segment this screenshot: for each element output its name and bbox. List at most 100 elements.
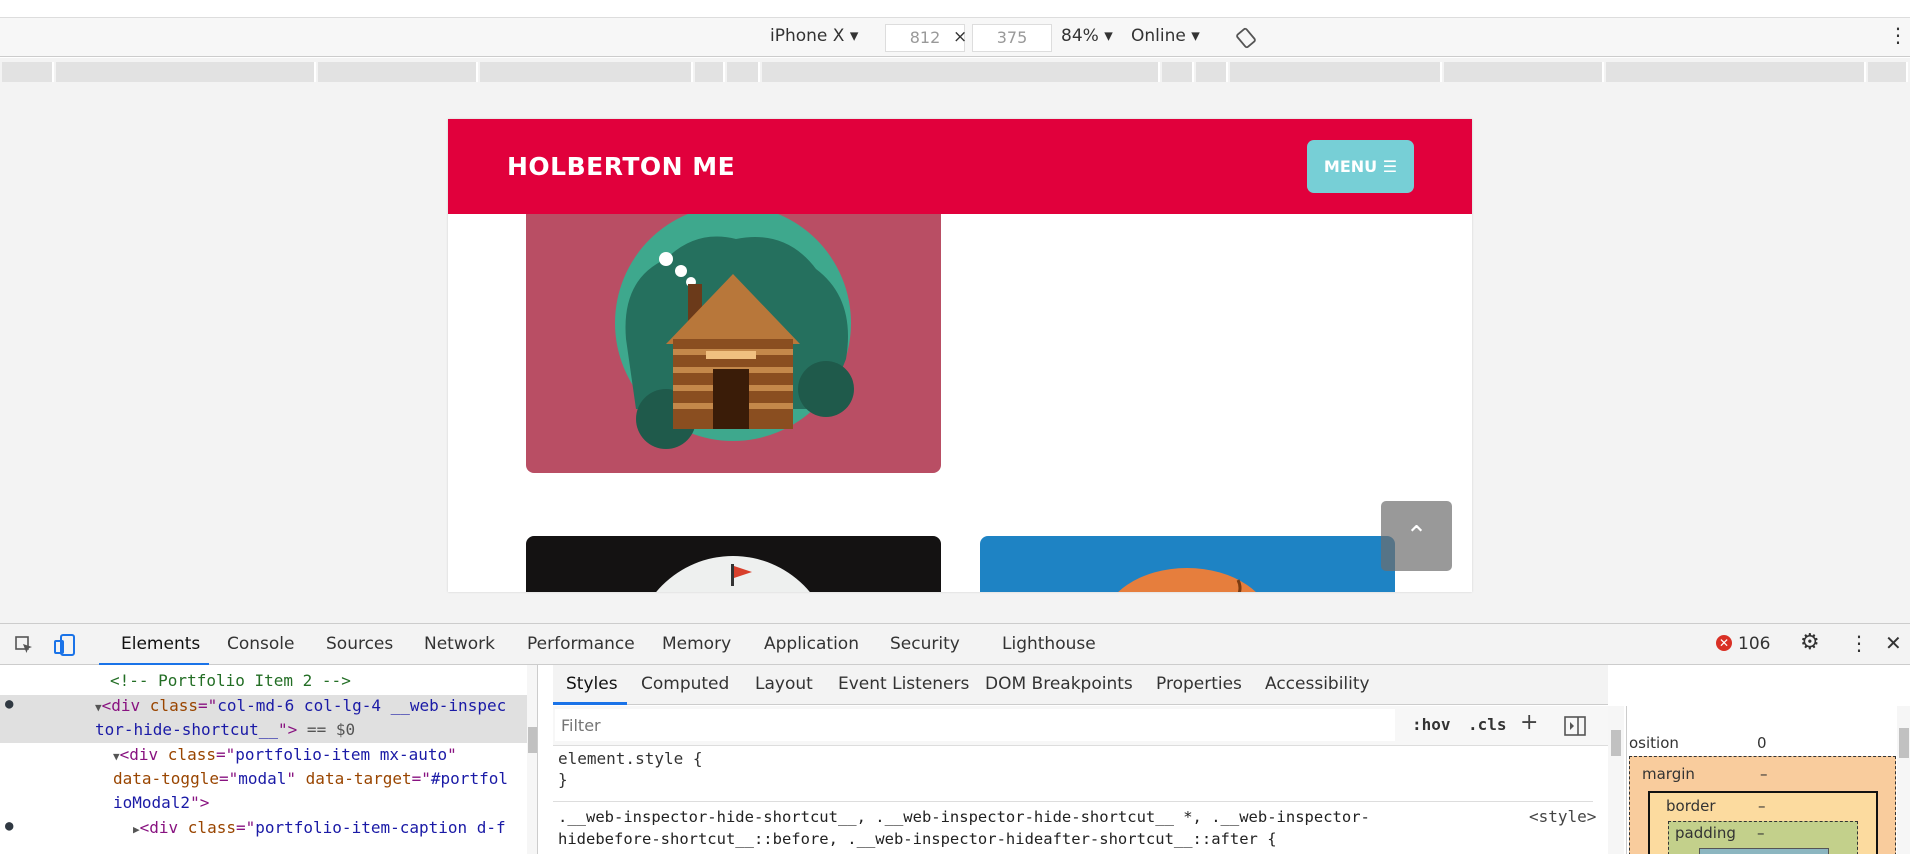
zoom-select[interactable]: 84% ▾	[1061, 26, 1113, 46]
add-rule-icon[interactable]: +	[1520, 710, 1538, 735]
media-query-segment[interactable]	[318, 62, 478, 82]
tab-computed[interactable]: Computed	[641, 674, 729, 694]
media-query-segment[interactable]	[695, 62, 725, 82]
tab-elements[interactable]: Elements	[121, 634, 200, 654]
tab-console[interactable]: Console	[227, 634, 295, 654]
error-count[interactable]: 106	[1738, 634, 1770, 654]
elements-scrollbar[interactable]	[527, 665, 537, 854]
tab-styles[interactable]: Styles	[566, 674, 618, 694]
media-query-segment[interactable]	[1196, 62, 1228, 82]
inspector-hide-rule[interactable]: .__web-inspector-hide-shortcut__, .__web…	[558, 806, 1370, 850]
tab-performance[interactable]: Performance	[527, 634, 635, 654]
dom-punct: "	[447, 745, 457, 764]
viewport-height-input[interactable]: 375	[972, 24, 1052, 52]
menu-label: MENU	[1323, 157, 1378, 176]
element-style-selector: element.style {	[558, 749, 703, 768]
media-query-segment[interactable]	[1230, 62, 1442, 82]
dom-attr-value: col-md-6 col-lg-4 __web-inspec	[217, 696, 507, 715]
menu-button[interactable]: MENU ☰	[1307, 140, 1414, 193]
tab-network[interactable]: Network	[424, 634, 495, 654]
media-query-segment[interactable]	[480, 62, 693, 82]
media-query-segment[interactable]	[727, 62, 760, 82]
device-select[interactable]: iPhone X ▾	[770, 26, 858, 46]
media-query-segment[interactable]	[1444, 62, 1604, 82]
rule-divider	[553, 801, 1593, 802]
tab-dom-breakpoints[interactable]: DOM Breakpoints	[985, 674, 1133, 694]
rule-selector: .__web-inspector-hide-shortcut__, .__web…	[558, 808, 1370, 826]
rotate-icon[interactable]	[1235, 27, 1257, 49]
inspect-element-icon[interactable]	[14, 635, 34, 655]
settings-gear-icon[interactable]: ⚙	[1800, 630, 1820, 655]
dom-punct: "	[286, 769, 306, 788]
throttle-label: Online	[1131, 26, 1186, 46]
padding-box[interactable]: padding –	[1668, 821, 1858, 854]
filter-input[interactable]	[555, 709, 1395, 741]
dimension-separator: ×	[953, 27, 968, 47]
portfolio-item-game[interactable]	[526, 536, 941, 592]
throttle-select[interactable]: Online ▾	[1131, 26, 1200, 46]
dom-tag: <div	[119, 745, 168, 764]
close-devtools-icon[interactable]: ✕	[1885, 631, 1902, 655]
browser-top-strip	[0, 0, 1910, 18]
tab-application[interactable]: Application	[764, 634, 859, 654]
game-illustration	[656, 556, 810, 592]
expand-triangle-icon: ▼	[113, 750, 120, 763]
dom-attr-value: portfolio-item-caption d-f	[255, 818, 506, 837]
tab-layout[interactable]: Layout	[755, 674, 813, 694]
breakpoint-dot-icon: ●	[5, 696, 14, 712]
tab-security[interactable]: Security	[890, 634, 960, 654]
box-model-scrollbar[interactable]	[1897, 706, 1910, 854]
portfolio-item-cabin[interactable]	[526, 189, 941, 473]
tab-lighthouse[interactable]: Lighthouse	[1002, 634, 1096, 654]
tab-memory[interactable]: Memory	[662, 634, 731, 654]
dom-node-selected[interactable]: ▼<div class="col-md-6 col-lg-4 __web-ins…	[95, 696, 506, 715]
dom-comment[interactable]: <!-- Portfolio Item 2 -->	[110, 671, 351, 690]
position-value[interactable]: 0	[1757, 734, 1767, 752]
media-query-segment[interactable]	[2, 62, 54, 82]
more-options-icon[interactable]: ⋮	[1849, 631, 1869, 655]
zoom-label: 84%	[1061, 26, 1099, 46]
border-value: –	[1758, 797, 1766, 815]
cls-toggle[interactable]: .cls	[1468, 715, 1507, 734]
dom-attr-value: tor-hide-shortcut__	[95, 720, 279, 739]
chevron-up-icon: ⌃	[1405, 521, 1428, 551]
dom-attr-value: #portfol	[430, 769, 508, 788]
site-navbar: HOLBERTON ME MENU ☰	[448, 119, 1472, 214]
element-style-rule[interactable]: element.style { }	[558, 749, 703, 789]
site-brand[interactable]: HOLBERTON ME	[507, 152, 735, 181]
dom-attr-name: data-toggle	[113, 769, 219, 788]
media-query-segment[interactable]	[1868, 62, 1908, 82]
hov-toggle[interactable]: :hov	[1412, 715, 1451, 734]
padding-value: –	[1757, 824, 1765, 842]
dom-console-ref: == $0	[297, 720, 356, 739]
content-box[interactable]	[1699, 848, 1829, 854]
rule-source-link[interactable]: <style>	[1529, 807, 1596, 826]
portfolio-item-cake[interactable]	[980, 536, 1395, 592]
tab-sources[interactable]: Sources	[326, 634, 393, 654]
rule-close-brace: }	[558, 770, 568, 789]
dom-punct: ="	[411, 769, 431, 788]
filter-bar: :hov .cls +	[553, 706, 1608, 746]
dom-node[interactable]: ▼<div class="portfolio-item mx-auto"	[113, 745, 457, 764]
margin-box[interactable]: margin – border – padding –	[1629, 756, 1896, 854]
styles-scrollbar[interactable]	[1608, 706, 1624, 854]
tab-accessibility[interactable]: Accessibility	[1265, 674, 1370, 694]
breakpoint-dot-icon: ●	[5, 818, 14, 834]
media-query-segment[interactable]	[1606, 62, 1866, 82]
border-label: border	[1666, 797, 1716, 815]
border-box[interactable]: border – padding –	[1648, 791, 1878, 854]
more-options-icon[interactable]: ⋮	[1888, 23, 1908, 47]
tab-properties[interactable]: Properties	[1156, 674, 1242, 694]
media-query-segment[interactable]	[762, 62, 1160, 82]
scroll-to-top-button[interactable]: ⌃	[1381, 501, 1452, 571]
media-query-segment[interactable]	[1162, 62, 1194, 82]
position-label: osition	[1629, 734, 1679, 752]
tab-event-listeners[interactable]: Event Listeners	[838, 674, 969, 694]
toggle-sidebar-icon[interactable]	[1564, 716, 1586, 736]
error-icon[interactable]: ✕	[1716, 635, 1732, 651]
dom-node[interactable]: ▶<div class="portfolio-item-caption d-f	[133, 818, 506, 837]
media-query-segment[interactable]	[56, 62, 316, 82]
device-toggle-icon[interactable]	[54, 633, 76, 657]
emulated-page: HOLBERTON ME MENU ☰ ⌃	[448, 119, 1472, 592]
margin-value: –	[1760, 765, 1768, 783]
